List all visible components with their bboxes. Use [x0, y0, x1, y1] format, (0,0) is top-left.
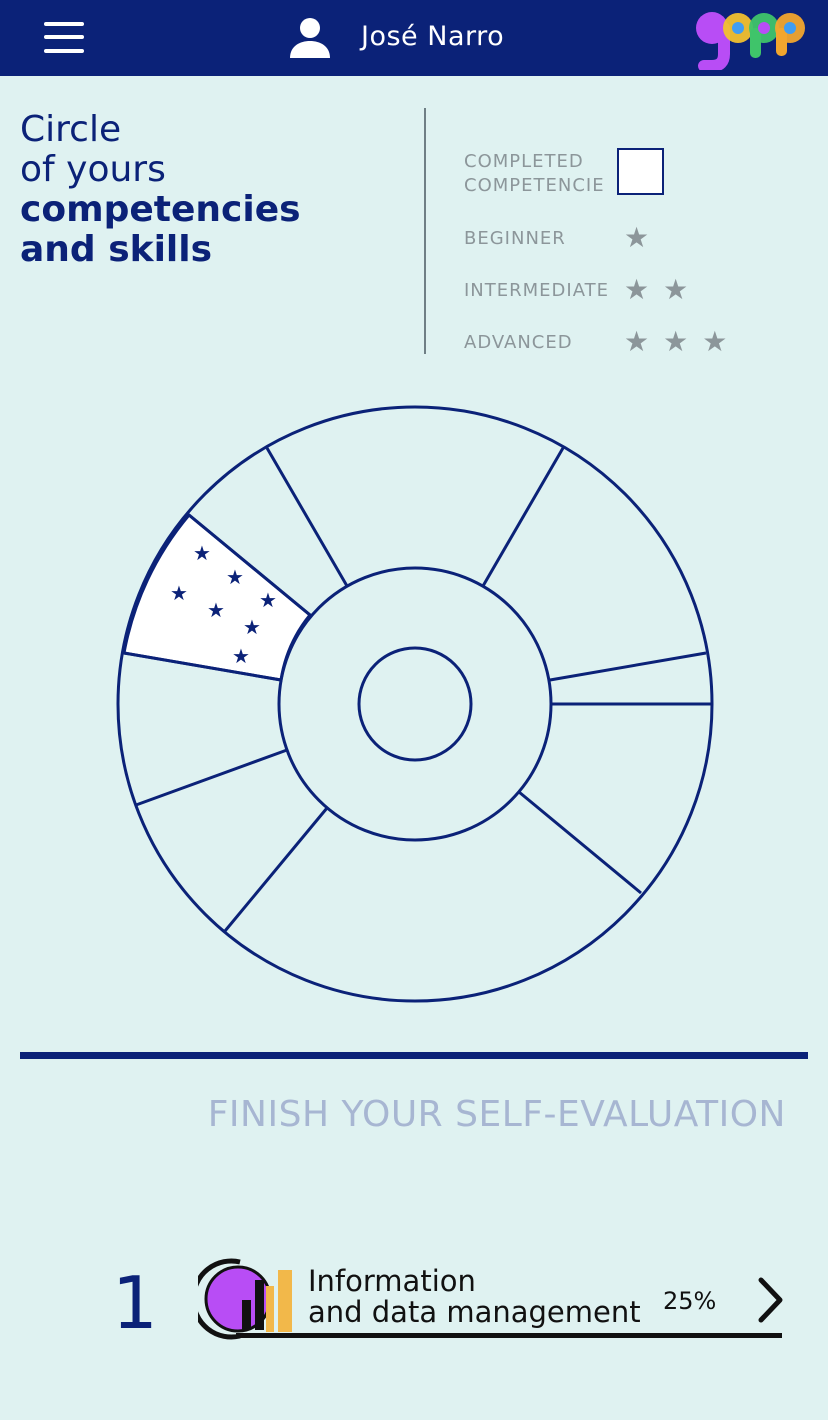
legend-completed-line-2: COMPETENCIE: [464, 175, 605, 196]
top-bar: José Narro: [0, 0, 828, 76]
segment-star: ★: [170, 581, 188, 605]
title-line-2: of yours: [20, 149, 166, 190]
vertical-divider: [424, 108, 426, 354]
wheel-middle-ring: [277, 566, 553, 842]
competency-title[interactable]: Information and data management: [308, 1266, 641, 1328]
legend-beginner-stars: ★: [624, 221, 664, 254]
wheel-dividers: [123, 447, 712, 932]
segment-star: ★: [226, 565, 244, 589]
hamburger-menu-icon[interactable]: [40, 18, 88, 58]
legend-completed-swatch: [617, 148, 664, 195]
page-title: Circle of yours competencies and skills: [20, 110, 301, 270]
segment-star: ★: [207, 598, 225, 622]
user-name[interactable]: José Narro: [361, 18, 504, 56]
legend-intermediate-stars: ★★: [624, 273, 703, 306]
legend-advanced-stars: ★★★: [624, 325, 742, 358]
competency-title-line-1: Information: [308, 1264, 476, 1298]
information-data-icon: [198, 1258, 292, 1340]
legend-beginner-label: BEGINNER: [464, 228, 566, 249]
legend-advanced-label: ADVANCED: [464, 332, 573, 353]
title-line-3: competencies: [20, 189, 301, 230]
finish-self-evaluation-button[interactable]: FINISH YOUR SELF-EVALUATION: [0, 1094, 786, 1135]
segment-star: ★: [232, 644, 250, 668]
title-line-1: Circle: [20, 109, 122, 150]
wheel-inner-ring[interactable]: [357, 646, 473, 762]
legend-completed-label: COMPLETED COMPETENCIE: [464, 150, 605, 198]
competency-number: 1: [112, 1261, 158, 1345]
competency-progress-percent: 25%: [663, 1287, 717, 1315]
legend-intermediate-label: INTERMEDIATE: [464, 280, 610, 301]
competency-wheel: ★ ★ ★ ★ ★ ★ ★: [116, 405, 714, 1003]
segment-star: ★: [259, 588, 277, 612]
segment-star: ★: [243, 615, 261, 639]
title-line-4: and skills: [20, 229, 213, 270]
competency-underline: [236, 1333, 782, 1338]
segment-star: ★: [193, 541, 211, 565]
competency-title-line-2: and data management: [308, 1295, 641, 1329]
gopp-logo: [696, 12, 805, 70]
chevron-right-icon[interactable]: [754, 1274, 788, 1326]
user-icon: [290, 18, 330, 58]
horizontal-divider: [20, 1052, 808, 1059]
legend-completed-line-1: COMPLETED: [464, 151, 584, 172]
